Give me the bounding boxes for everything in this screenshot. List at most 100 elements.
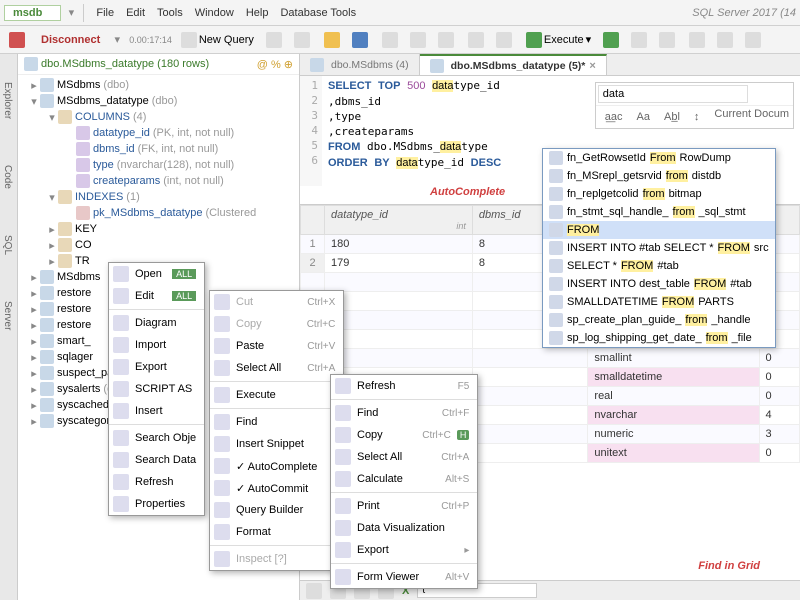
menu-item-insert[interactable]: Insert	[109, 400, 204, 422]
menu-item-copy[interactable]: CopyCtrl+C	[210, 313, 343, 335]
check-icon[interactable]	[603, 32, 619, 48]
menu-item-data-visualization[interactable]: Data Visualization	[331, 517, 477, 539]
menu-item-refresh[interactable]: Refresh	[109, 471, 204, 493]
tree-item[interactable]: type(nvarchar(128), not null)	[18, 157, 299, 173]
code-tab[interactable]: Code	[0, 157, 17, 197]
autocomplete-item[interactable]: sp_create_plan_guide_from_handle	[543, 311, 775, 329]
menu-item-search-data[interactable]: Search Data	[109, 449, 204, 471]
menu-item-form-viewer[interactable]: Form ViewerAlt+V	[331, 566, 477, 588]
menu-item-import[interactable]: Import	[109, 334, 204, 356]
explorer-tab[interactable]: Explorer	[0, 74, 17, 127]
menu-item-find[interactable]: FindCtrl+F	[331, 402, 477, 424]
tree-item[interactable]: pk_MSdbms_datatype(Clustered	[18, 205, 299, 221]
menu-item-insert-snippet[interactable]: Insert Snippet	[210, 433, 343, 455]
grid-tool-icon[interactable]	[306, 583, 322, 599]
grid-context-menu[interactable]: RefreshF5 FindCtrl+FCopyCtrl+CHSelect All…	[330, 374, 478, 589]
menu-item-execute[interactable]: Execute	[210, 384, 343, 406]
menu-item-copy[interactable]: CopyCtrl+CH	[331, 424, 477, 446]
sql-tab[interactable]: SQL	[0, 227, 17, 263]
menu-item-select-all[interactable]: Select AllCtrl+A	[210, 357, 343, 379]
menu-item-autocomplete[interactable]: ✓ AutoComplete	[210, 455, 343, 477]
tree-item[interactable]: createparams(int, not null)	[18, 173, 299, 189]
autocomplete-popup[interactable]: fn_GetRowsetIdFromRowDumpfn_MSrepl_getsr…	[542, 148, 776, 348]
tree-item[interactable]: ▸MSdbms(dbo)	[18, 77, 299, 93]
server-tab[interactable]: Server	[0, 293, 17, 338]
editor-tab[interactable]: dbo.MSdbms (4)	[300, 54, 420, 75]
menu-item-select-all[interactable]: Select AllCtrl+A	[331, 446, 477, 468]
find-input[interactable]	[598, 85, 748, 103]
menu-item-export[interactable]: Export▸	[331, 539, 477, 561]
tree-context-menu[interactable]: OpenALLEditALL DiagramImportExportSCRIPT …	[108, 262, 205, 516]
menu-item-print[interactable]: PrintCtrl+P	[331, 495, 477, 517]
open-icon[interactable]	[324, 32, 340, 48]
undo-icon[interactable]	[468, 32, 484, 48]
menu-item-export[interactable]: Export	[109, 356, 204, 378]
paste-icon[interactable]	[438, 32, 454, 48]
menu-item-query-builder[interactable]: Query Builder	[210, 499, 343, 521]
menu-edit[interactable]: Edit	[120, 5, 151, 21]
editor-context-menu[interactable]: CutCtrl+XCopyCtrl+CPasteCtrl+VSelect All…	[209, 290, 344, 571]
autocomplete-item[interactable]: SMALLDATETIMEFROMPARTS	[543, 293, 775, 311]
redo-icon[interactable]	[496, 32, 512, 48]
disconnect-button[interactable]: Disconnect	[32, 31, 109, 49]
menu-window[interactable]: Window	[189, 5, 240, 21]
layout-icon[interactable]	[294, 32, 310, 48]
autocomplete-item[interactable]: FROM	[543, 221, 775, 239]
tree-item[interactable]: ▸KEY	[18, 221, 299, 237]
tool-icon-4[interactable]	[717, 32, 733, 48]
column-header[interactable]: datatype_idint	[325, 206, 473, 235]
tree-badges[interactable]: @ % ⊕	[257, 58, 293, 71]
autocomplete-item[interactable]: fn_GetRowsetIdFromRowDump	[543, 149, 775, 167]
autocomplete-item[interactable]: fn_stmt_sql_handle_from_sql_stmt	[543, 203, 775, 221]
save-icon[interactable]	[352, 32, 368, 48]
cut-icon[interactable]	[382, 32, 398, 48]
menu-item-cut[interactable]: CutCtrl+X	[210, 291, 343, 313]
grid-icon[interactable]	[266, 32, 282, 48]
autocomplete-item[interactable]: fn_MSrepl_getsrvidfromdistdb	[543, 167, 775, 185]
autocomplete-item[interactable]: sp_log_shipping_get_date_from_file	[543, 329, 775, 347]
database-selector[interactable]: msdb	[4, 5, 61, 21]
tree-item[interactable]: ▾INDEXES(1)	[18, 189, 299, 205]
copy-icon[interactable]	[410, 32, 426, 48]
menu-item-calculate[interactable]: CalculateAlt+S	[331, 468, 477, 490]
autocomplete-item[interactable]: INSERT INTO #tab SELECT * FROM src	[543, 239, 775, 257]
execute-button[interactable]: Execute ▾	[521, 29, 596, 51]
new-query-button[interactable]: New Query	[176, 29, 259, 51]
menu-item-refresh[interactable]: RefreshF5	[331, 375, 477, 397]
autocomplete-item[interactable]: fn_replgetcolidfrombitmap	[543, 185, 775, 203]
dropdown-icon[interactable]: ▾	[65, 6, 77, 19]
autocomplete-item[interactable]: SELECT * FROM #tab	[543, 257, 775, 275]
menu-help[interactable]: Help	[240, 5, 275, 21]
menu-file[interactable]: File	[90, 5, 120, 21]
tree-item[interactable]: ▾MSdbms_datatype(dbo)	[18, 93, 299, 109]
menu-item-format[interactable]: Format	[210, 521, 343, 543]
tree-item[interactable]: datatype_id(PK, int, not null)	[18, 125, 299, 141]
menu-item-inspect-[interactable]: Inspect [?]	[210, 548, 343, 570]
menu-database-tools[interactable]: Database Tools	[274, 5, 362, 21]
find-opt[interactable]: ↕	[689, 108, 705, 126]
menu-item-properties[interactable]: Properties	[109, 493, 204, 515]
menu-item-open[interactable]: OpenALL	[109, 263, 204, 285]
tree-item[interactable]: ▾COLUMNS(4)	[18, 109, 299, 125]
tool-icon-2[interactable]	[659, 32, 675, 48]
find-opt[interactable]: a͟ac	[600, 108, 628, 126]
autocomplete-item[interactable]: INSERT INTO dest_table FROM #tab	[543, 275, 775, 293]
editor-tab[interactable]: dbo.MSdbms_datatype (5)*×	[420, 54, 607, 75]
tool-icon-5[interactable]	[745, 32, 761, 48]
find-opt[interactable]: Ab̲l	[659, 108, 685, 126]
menu-item-paste[interactable]: PasteCtrl+V	[210, 335, 343, 357]
tool-icon-1[interactable]	[631, 32, 647, 48]
menu-item-script-as[interactable]: SCRIPT AS	[109, 378, 204, 400]
menu-item-diagram[interactable]: Diagram	[109, 312, 204, 334]
menu-item-search-obje[interactable]: Search Obje	[109, 427, 204, 449]
find-opt[interactable]: Aa	[632, 108, 655, 126]
menu-item-autocommit[interactable]: ✓ AutoCommit	[210, 477, 343, 499]
tool-icon-3[interactable]	[689, 32, 705, 48]
tree-item[interactable]: dbms_id(FK, int, not null)	[18, 141, 299, 157]
stop-icon[interactable]	[9, 32, 25, 48]
close-icon[interactable]: ×	[589, 60, 595, 72]
menu-item-edit[interactable]: EditALL	[109, 285, 204, 307]
menu-tools[interactable]: Tools	[151, 5, 189, 21]
tree-item[interactable]: ▸CO	[18, 237, 299, 253]
menu-item-find[interactable]: Find	[210, 411, 343, 433]
